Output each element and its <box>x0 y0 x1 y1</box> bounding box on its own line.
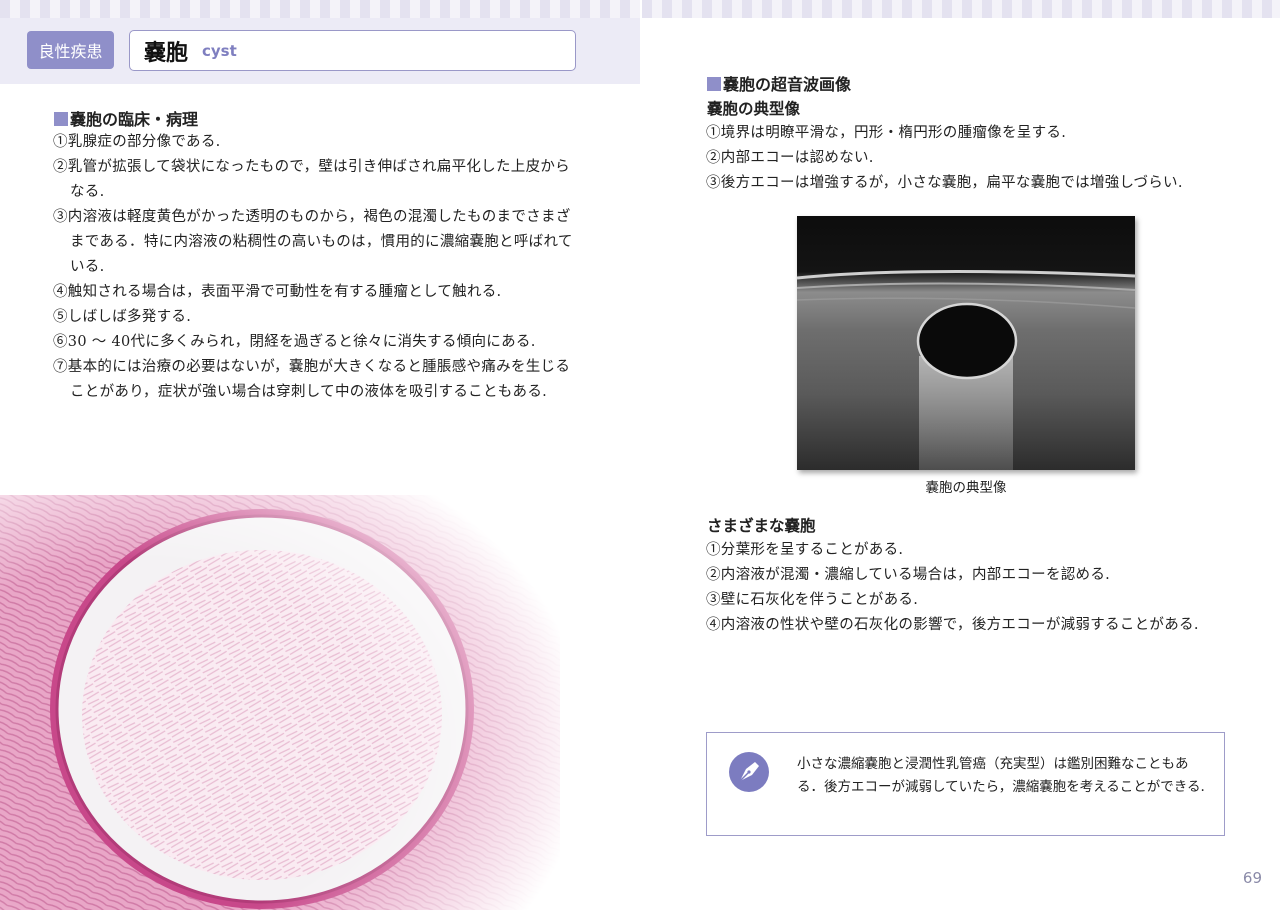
various-list: ①分葉形を呈することがある. ②内溶液が混濁・濃縮している場合は，内部エコーを認… <box>706 538 1231 638</box>
typical-heading: 嚢胞の典型像 <box>707 100 801 118</box>
histology-image <box>0 495 560 910</box>
list-item: ③壁に石灰化を伴うことがある. <box>706 592 919 608</box>
clinical-heading-text: 嚢胞の臨床・病理 <box>70 110 199 129</box>
top-decorative-strip-left <box>0 0 640 18</box>
list-item: ⑤しばしば多発する. <box>53 309 192 325</box>
list-item: ②内部エコーは認めない. <box>706 150 874 166</box>
list-item: ③後方エコーは増強するが，小さな嚢胞，扁平な嚢胞では増強しづらい. <box>706 175 1183 191</box>
category-tag: 良性疾患 <box>27 31 114 69</box>
list-item: ②乳管が拡張して袋状になったもので，壁は引き伸ばされ扁平化した上皮からなる. <box>53 159 570 200</box>
clinical-list: ①乳腺症の部分像である. ②乳管が拡張して袋状になったもので，壁は引き伸ばされ扁… <box>53 130 578 405</box>
ultrasound-heading: 嚢胞の超音波画像 <box>707 71 851 95</box>
heading-square-icon <box>707 77 721 91</box>
list-item: ②内溶液が混濁・濃縮している場合は，内部エコーを認める. <box>706 567 1111 583</box>
list-item: ③内溶液は軽度黄色がかった透明のものから，褐色の混濁したものまでさまざまである．… <box>53 209 573 275</box>
list-item: ④触知される場合は，表面平滑で可動性を有する腫瘤として触れる. <box>53 284 502 300</box>
page-title: 嚢胞 <box>144 40 189 66</box>
book-spread: 良性疾患 嚢胞 cyst 嚢胞の臨床・病理 ①乳腺症の部分像である. ②乳管が拡… <box>0 0 1280 910</box>
list-item: ⑥30 ～ 40代に多くみられ，閉経を過ぎると徐々に消失する傾向にある. <box>53 334 536 350</box>
list-item: ⑦基本的には治療の必要はないが，嚢胞が大きくなると腫脹感や痛みを生じることがあり… <box>53 359 571 400</box>
clinical-heading: 嚢胞の臨床・病理 <box>54 106 198 130</box>
pen-nib-icon <box>729 752 769 792</box>
title-box: 嚢胞 cyst <box>129 30 576 71</box>
list-item: ④内溶液の性状や壁の石灰化の影響で，後方エコーが減弱することがある. <box>706 617 1199 633</box>
ultrasound-caption: 嚢胞の典型像 <box>925 480 1007 496</box>
note-text: 小さな濃縮嚢胞と浸潤性乳管癌（充実型）は鑑別困難なこともある．後方エコーが減弱し… <box>797 756 1205 795</box>
note-box: 小さな濃縮嚢胞と浸潤性乳管癌（充実型）は鑑別困難なこともある．後方エコーが減弱し… <box>706 732 1225 836</box>
heading-square-icon <box>54 112 68 126</box>
list-item: ①境界は明瞭平滑な，円形・楕円形の腫瘤像を呈する. <box>706 125 1067 141</box>
list-item: ①分葉形を呈することがある. <box>706 542 904 558</box>
page-number: 69 <box>1242 869 1262 887</box>
various-heading: さまざまな嚢胞 <box>707 517 816 535</box>
ultrasound-image <box>797 216 1135 470</box>
typical-list: ①境界は明瞭平滑な，円形・楕円形の腫瘤像を呈する. ②内部エコーは認めない. ③… <box>706 121 1236 196</box>
top-decorative-strip-right <box>642 0 1280 18</box>
ultrasound-heading-text: 嚢胞の超音波画像 <box>723 75 852 94</box>
page-title-english: cyst <box>202 41 237 60</box>
list-item: ①乳腺症の部分像である. <box>53 134 221 150</box>
